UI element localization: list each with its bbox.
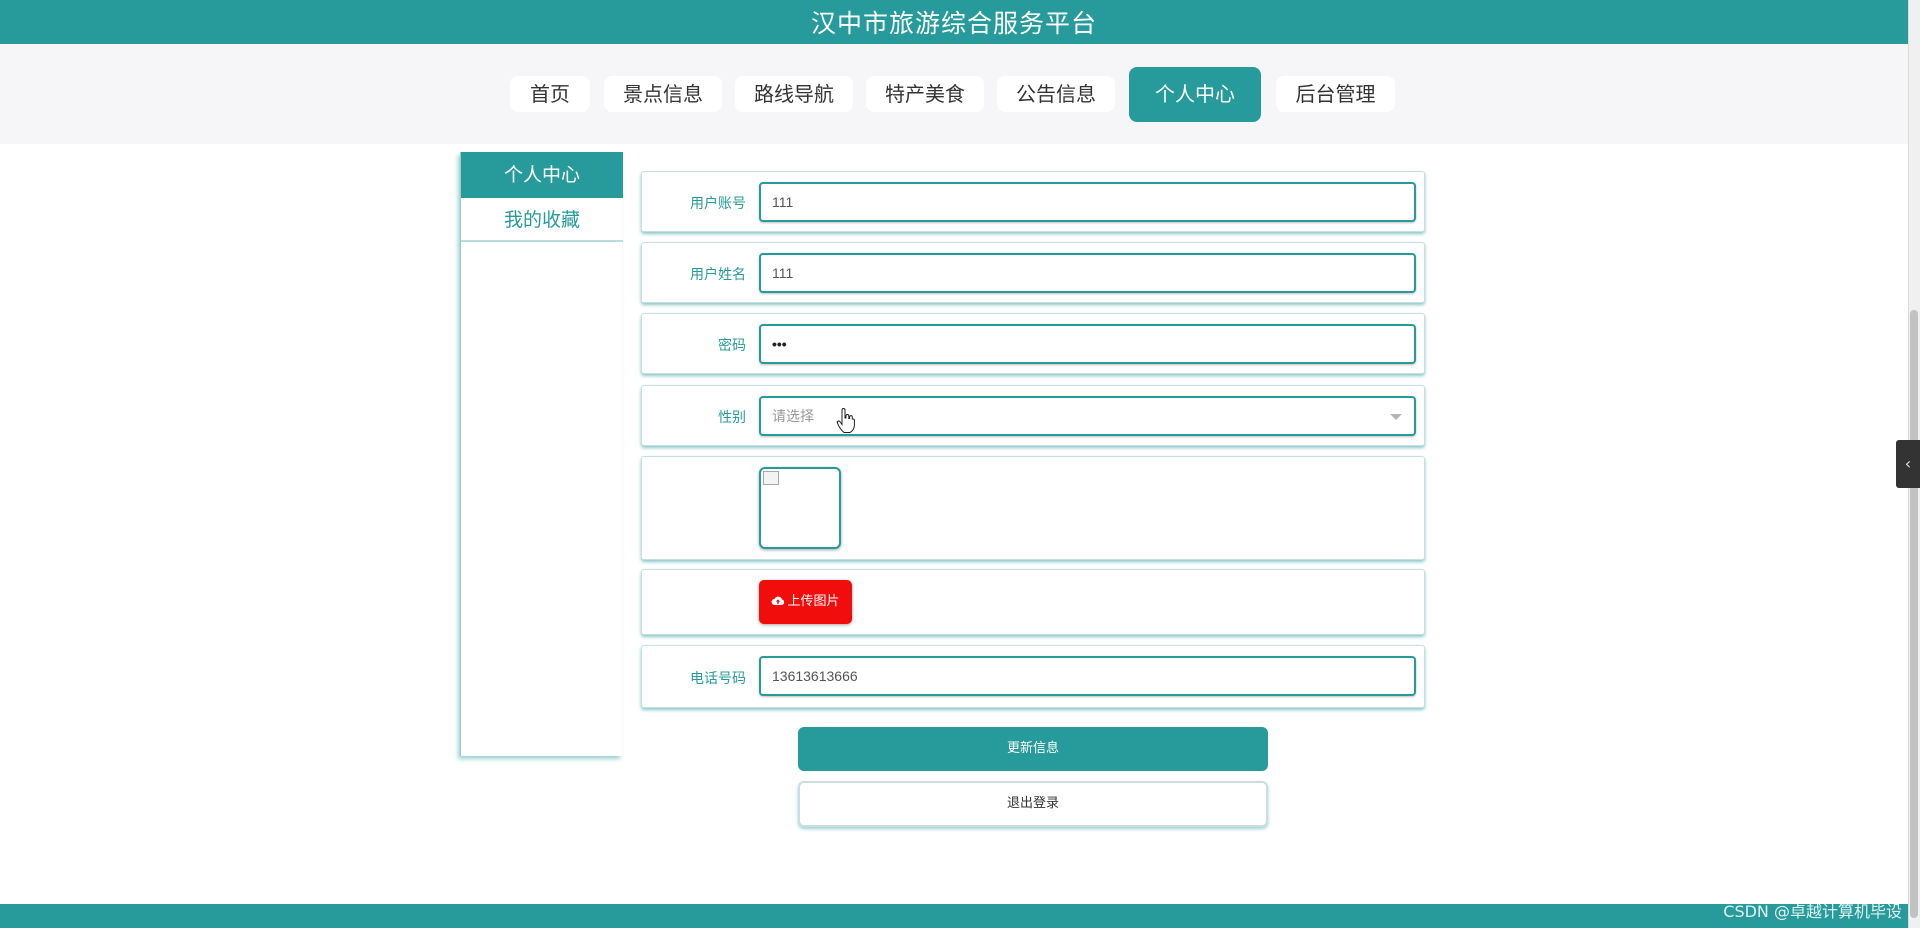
footer-bar	[0, 904, 1908, 928]
phone-row: 电话号码 13613613666	[641, 645, 1425, 708]
nav-home[interactable]: 首页	[510, 76, 590, 112]
upload-row: 上传图片	[641, 569, 1425, 635]
chevron-down-icon	[1390, 414, 1402, 420]
sidebar-heading[interactable]: 个人中心	[461, 152, 623, 198]
phone-label: 电话号码	[690, 671, 746, 687]
header-bar: 汉中市旅游综合服务平台	[0, 0, 1908, 44]
sidebar: 个人中心 我的收藏	[460, 152, 623, 756]
password-label: 密码	[718, 338, 746, 354]
nav-specialty-food[interactable]: 特产美食	[866, 76, 984, 112]
gender-row: 性别 请选择	[641, 385, 1425, 446]
gender-placeholder: 请选择	[772, 408, 814, 424]
account-row: 用户账号 111	[641, 171, 1425, 232]
update-info-button[interactable]: 更新信息	[798, 727, 1268, 771]
password-row: 密码 •••	[641, 313, 1425, 374]
site-title: 汉中市旅游综合服务平台	[810, 9, 1097, 38]
avatar-image	[759, 467, 841, 549]
watermark: CSDN @卓越计算机毕设	[1723, 902, 1902, 921]
cloud-upload-icon	[771, 596, 785, 605]
hand-cursor-icon	[836, 408, 855, 433]
account-label: 用户账号	[690, 196, 746, 212]
gender-select[interactable]: 请选择	[759, 396, 1416, 436]
account-input[interactable]: 111	[759, 182, 1416, 222]
gender-label: 性别	[718, 410, 746, 426]
sidebar-item-favorites[interactable]: 我的收藏	[461, 198, 623, 242]
upload-image-label: 上传图片	[787, 594, 840, 609]
nav-admin[interactable]: 后台管理	[1276, 76, 1395, 112]
broken-image-icon	[763, 471, 779, 485]
phone-input[interactable]: 13613613666	[759, 656, 1416, 696]
password-input[interactable]: •••	[759, 324, 1416, 364]
nav-personal-center[interactable]: 个人中心	[1129, 67, 1261, 122]
avatar-row	[641, 456, 1425, 560]
scrollbar-thumb[interactable]	[1910, 310, 1918, 918]
chevron-left-icon[interactable]: ‹	[1896, 440, 1920, 488]
name-row: 用户姓名 111	[641, 242, 1425, 303]
upload-image-button[interactable]: 上传图片	[759, 580, 852, 624]
name-input[interactable]: 111	[759, 253, 1416, 293]
nav-attractions[interactable]: 景点信息	[604, 76, 722, 112]
nav-route[interactable]: 路线导航	[735, 76, 853, 112]
name-label: 用户姓名	[690, 267, 746, 283]
logout-button[interactable]: 退出登录	[798, 781, 1268, 827]
nav-announcements[interactable]: 公告信息	[997, 76, 1115, 112]
